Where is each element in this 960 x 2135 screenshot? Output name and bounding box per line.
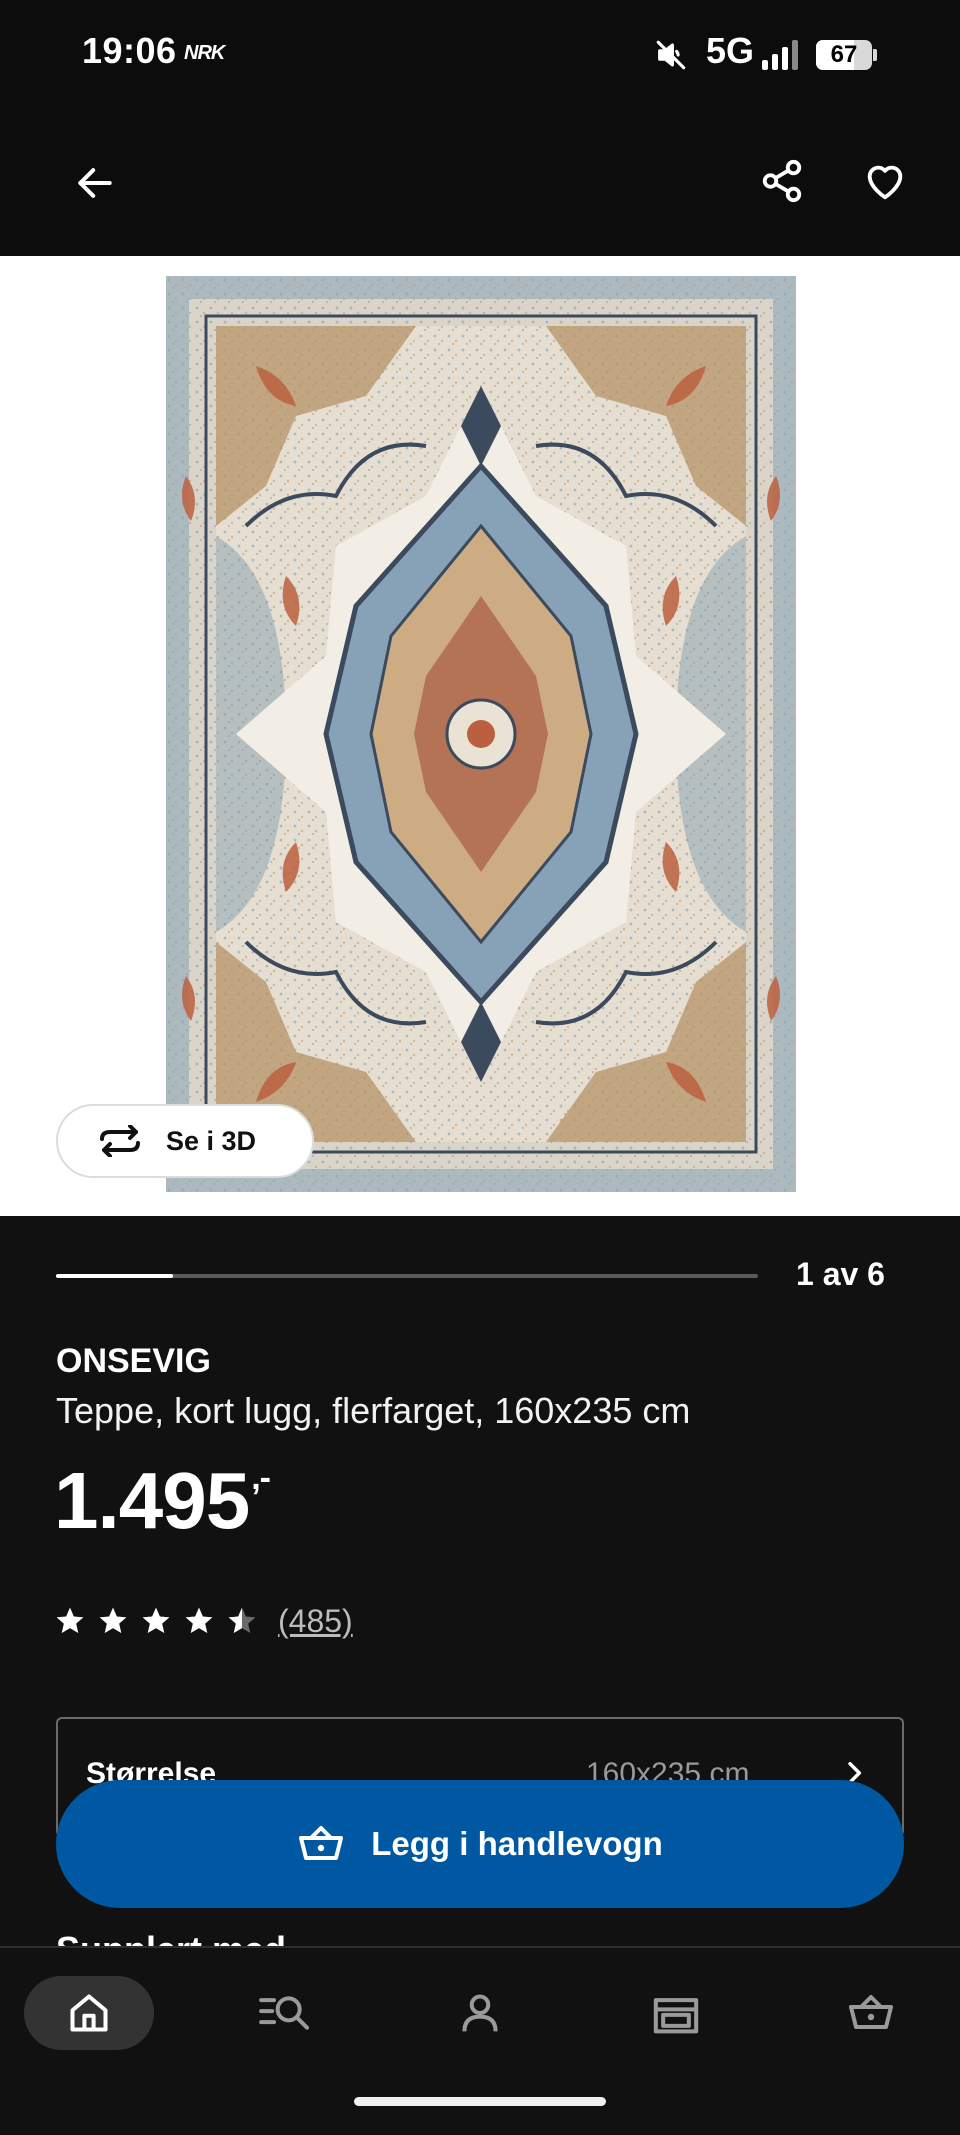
profile-icon — [462, 1994, 498, 2032]
gallery-progress — [56, 1274, 758, 1278]
product-image — [166, 276, 796, 1192]
arrow-left-icon — [78, 168, 112, 198]
home-icon — [70, 1994, 108, 2032]
battery-indicator: 67 — [816, 40, 877, 70]
star-icon — [56, 1607, 84, 1633]
view-3d-label: Se i 3D — [166, 1125, 257, 1156]
rating-stars[interactable] — [54, 1605, 258, 1637]
share-button[interactable] — [747, 146, 817, 216]
star-icon — [185, 1607, 213, 1633]
battery-level: 67 — [830, 41, 858, 68]
store-icon — [653, 1998, 699, 2034]
nav-cart[interactable] — [806, 1976, 936, 2050]
price-suffix: ,- — [251, 1459, 271, 1497]
back-button[interactable] — [60, 148, 130, 218]
product-description: Teppe, kort lugg, flerfarget, 160x235 cm — [56, 1390, 691, 1431]
review-count-link[interactable]: (485) — [278, 1603, 353, 1640]
favorite-button[interactable] — [850, 146, 920, 216]
signal-icon — [762, 40, 802, 75]
gallery-counter: 1 av 6 — [796, 1256, 885, 1292]
home-indicator[interactable] — [354, 2097, 606, 2106]
product-price: 1.495 ,- — [54, 1455, 271, 1547]
price-amount: 1.495 — [54, 1456, 250, 1545]
gallery-progress-fill — [56, 1274, 173, 1278]
status-time: 19:06 — [82, 30, 177, 71]
carrier-logo: NRK — [184, 42, 225, 64]
rotate-3d-icon — [96, 1125, 144, 1157]
add-to-cart-label: Legg i handlevogn — [371, 1825, 663, 1862]
heart-icon — [867, 165, 903, 200]
nav-home[interactable] — [24, 1976, 154, 2050]
nav-search[interactable] — [220, 1976, 350, 2050]
basket-icon — [297, 1824, 345, 1864]
star-icon — [228, 1607, 256, 1633]
add-to-cart-button[interactable]: Legg i handlevogn — [56, 1780, 904, 1908]
search-icon — [259, 1996, 310, 2030]
network-type: 5G — [706, 30, 755, 71]
nav-profile[interactable] — [415, 1976, 545, 2050]
star-icon — [142, 1607, 170, 1633]
share-icon — [762, 159, 802, 203]
product-name: ONSEVIG — [56, 1342, 211, 1380]
view-3d-button[interactable]: Se i 3D — [56, 1104, 314, 1178]
nav-stores[interactable] — [611, 1976, 741, 2050]
star-icon — [99, 1607, 127, 1633]
mute-icon — [654, 38, 688, 77]
cart-icon — [849, 1995, 893, 2029]
